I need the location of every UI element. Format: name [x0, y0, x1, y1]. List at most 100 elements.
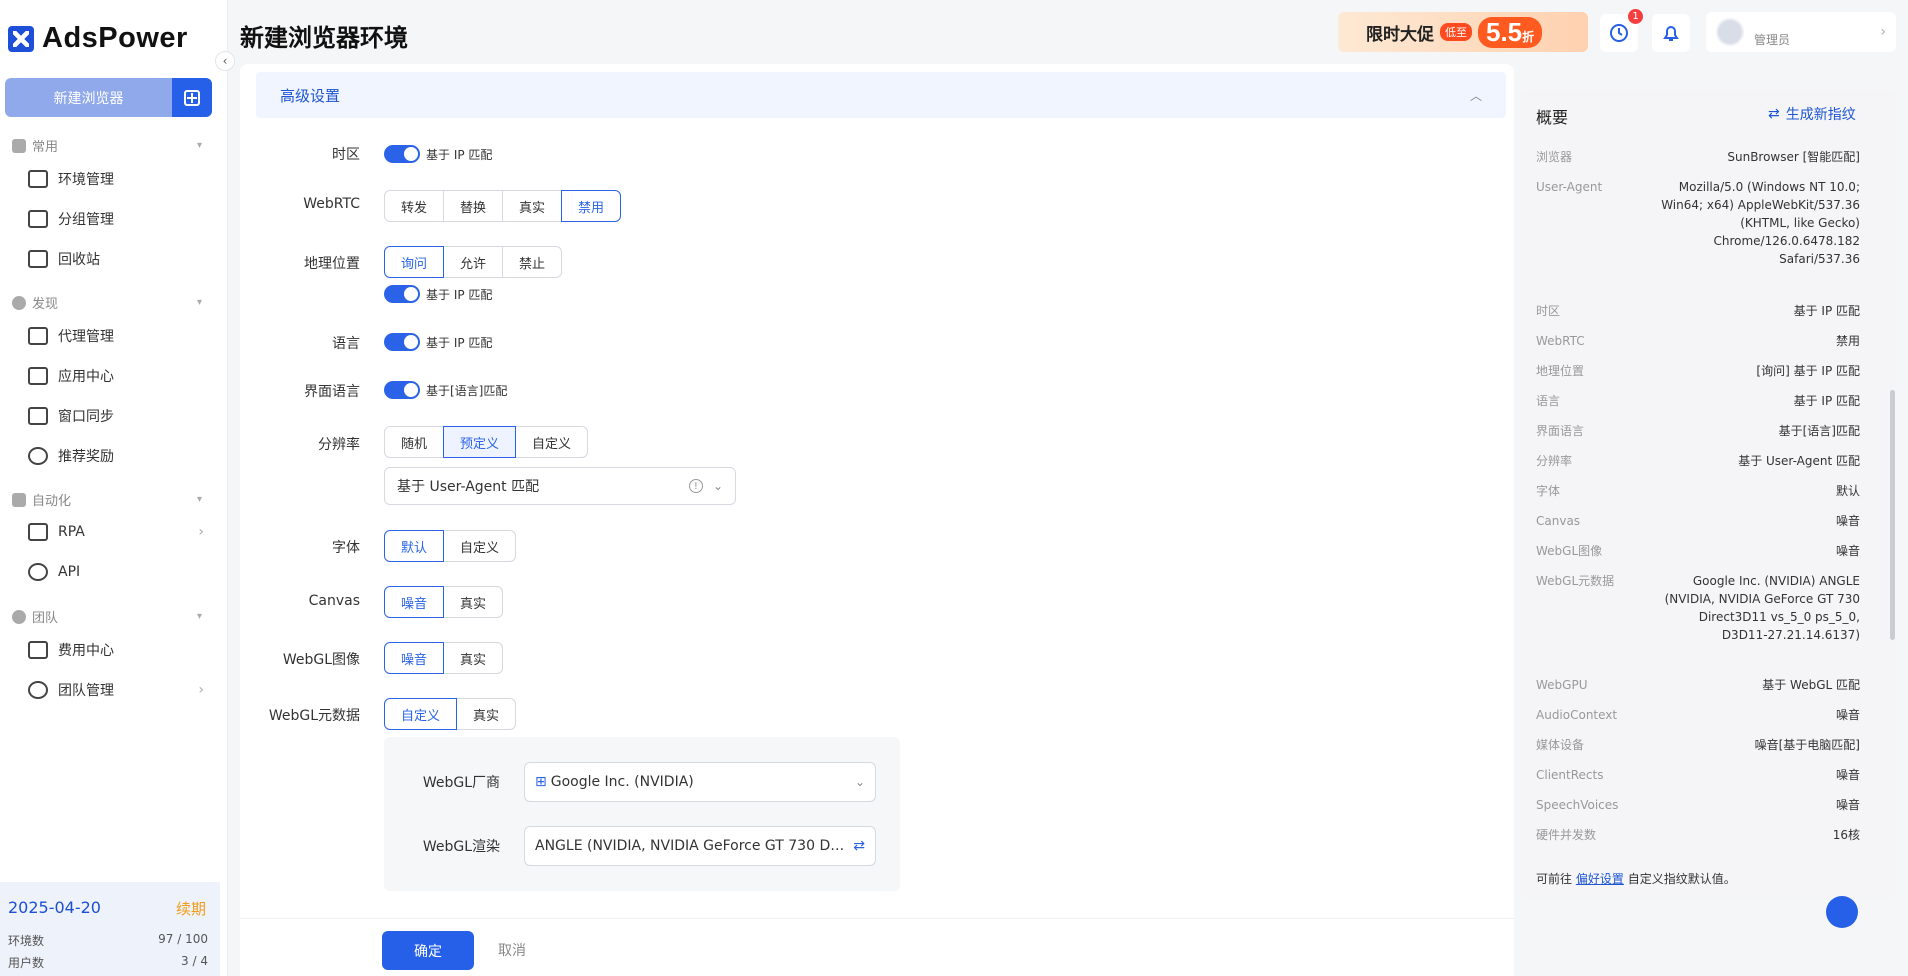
- support-button[interactable]: [1826, 896, 1858, 928]
- timezone-toggle[interactable]: 基于 IP 匹配: [384, 145, 492, 163]
- users-icon: [28, 681, 48, 699]
- sidebar-item-billing[interactable]: 费用中心: [28, 640, 204, 660]
- add-browser-icon[interactable]: [172, 78, 212, 117]
- font-custom[interactable]: 自定义: [443, 530, 517, 562]
- ui-language-toggle[interactable]: 基于[语言]匹配: [384, 381, 507, 399]
- sidebar-item-group[interactable]: 分组管理: [28, 209, 204, 229]
- webgl-image-real[interactable]: 真实: [443, 642, 504, 674]
- promo-banner[interactable]: 限时大促 低至 5.5折: [1338, 12, 1588, 52]
- summary-value: 噪音[基于电脑匹配]: [1754, 738, 1860, 752]
- toggle-text: 基于 IP 匹配: [426, 287, 493, 302]
- home-icon: [12, 138, 26, 153]
- summary-value: 16核: [1832, 828, 1860, 842]
- user-menu[interactable]: 管理员 ›: [1706, 12, 1896, 52]
- sidebar-item-apps[interactable]: 应用中心: [28, 366, 204, 386]
- webrtc-disable[interactable]: 禁用: [561, 190, 622, 222]
- resolution-select[interactable]: 基于 User-Agent 匹配 ! ⌄: [384, 467, 736, 505]
- logo[interactable]: AdsPower: [8, 22, 188, 55]
- bell-button[interactable]: [1652, 14, 1690, 52]
- summary-value: [询问] 基于 IP 匹配: [1756, 364, 1860, 378]
- confirm-button[interactable]: 确定: [382, 931, 474, 970]
- canvas-noise[interactable]: 噪音: [384, 586, 445, 618]
- toggle-switch[interactable]: [384, 381, 420, 399]
- sidebar-item-sync[interactable]: 窗口同步: [28, 406, 204, 426]
- resolution-random[interactable]: 随机: [384, 426, 445, 458]
- sidebar-item-rpa[interactable]: RPA ›: [28, 523, 204, 541]
- summary-value: 基于 IP 匹配: [1793, 304, 1860, 318]
- sidebar-item-team[interactable]: 团队管理 ›: [28, 680, 204, 700]
- font-default[interactable]: 默认: [384, 530, 445, 562]
- toggle-switch[interactable]: [384, 145, 420, 163]
- info-icon[interactable]: !: [688, 479, 703, 493]
- sidebar-item-env[interactable]: 环境管理: [28, 169, 204, 189]
- section-common[interactable]: 常用 ▾: [12, 136, 202, 155]
- webgl-meta-options: 自定义 真实: [384, 698, 517, 730]
- webgl-renderer-field[interactable]: ANGLE (NVIDIA, NVIDIA GeForce GT 730 Dir…: [524, 826, 876, 866]
- folder-list-icon: [28, 170, 48, 188]
- webgl-vendor-select[interactable]: ⊞ Google Inc. (NVIDIA) ⌄: [524, 762, 876, 802]
- renew-link[interactable]: 续期: [176, 898, 206, 919]
- sidebar-item-label: 分组管理: [58, 212, 114, 228]
- summary-row: 语言 基于 IP 匹配: [1536, 392, 1860, 410]
- geo-allow[interactable]: 允许: [443, 246, 504, 278]
- shuffle-icon[interactable]: ⇄: [853, 838, 865, 854]
- sidebar-item-proxy[interactable]: 代理管理: [28, 326, 204, 346]
- user-count-label: 用户数: [8, 956, 45, 970]
- windows-icon: ⊞: [535, 774, 547, 790]
- sidebar-item-label: 窗口同步: [58, 409, 114, 425]
- section-team[interactable]: 团队 ▾: [12, 607, 202, 626]
- promo-tag: 低至: [1440, 23, 1472, 41]
- summary-value: Mozilla/5.0 (Windows NT 10.0; Win64; x64…: [1661, 180, 1860, 266]
- compass-icon: [12, 295, 26, 310]
- webgl-meta-real[interactable]: 真实: [456, 698, 517, 730]
- summary-row: 字体 默认: [1536, 482, 1860, 500]
- summary-key: 时区: [1536, 304, 1561, 318]
- scrollbar[interactable]: [1890, 390, 1895, 640]
- webgl-image-options: 噪音 真实: [384, 642, 504, 674]
- summary-key: 硬件并发数: [1536, 828, 1597, 842]
- preferences-link[interactable]: 偏好设置: [1576, 872, 1624, 886]
- geo-block[interactable]: 禁止: [502, 246, 563, 278]
- webrtc-replace[interactable]: 替换: [443, 190, 504, 222]
- toggle-text: 基于[语言]匹配: [426, 383, 508, 398]
- chevron-right-icon: ›: [1880, 24, 1886, 40]
- generate-fingerprint-button[interactable]: ⇄ 生成新指纹: [1768, 104, 1856, 124]
- webgl-renderer-value: ANGLE (NVIDIA, NVIDIA GeForce GT 730 Dir…: [535, 838, 848, 854]
- cancel-button[interactable]: 取消: [498, 940, 526, 960]
- webgl-meta-custom[interactable]: 自定义: [384, 698, 458, 730]
- webrtc-label: WebRTC: [303, 196, 360, 212]
- webrtc-forward[interactable]: 转发: [384, 190, 445, 222]
- canvas-real[interactable]: 真实: [443, 586, 504, 618]
- geo-toggle[interactable]: 基于 IP 匹配: [384, 285, 492, 303]
- section-discover[interactable]: 发现 ▾: [12, 293, 202, 312]
- proxy-icon: [28, 327, 48, 345]
- summary-row: 浏览器 SunBrowser [智能匹配]: [1536, 148, 1860, 166]
- user-name: 管理员: [1754, 32, 1791, 47]
- folder-icon: [28, 210, 48, 228]
- new-browser-button[interactable]: 新建浏览器: [5, 78, 172, 117]
- resolution-custom[interactable]: 自定义: [515, 426, 589, 458]
- generate-label: 生成新指纹: [1785, 107, 1856, 123]
- toggle-switch[interactable]: [384, 333, 420, 351]
- summary-value: 基于 User-Agent 匹配: [1738, 454, 1860, 468]
- language-toggle[interactable]: 基于 IP 匹配: [384, 333, 492, 351]
- sidebar-item-referral[interactable]: 推荐奖励: [28, 446, 204, 466]
- geo-ask[interactable]: 询问: [384, 246, 445, 278]
- resolution-select-value: 基于 User-Agent 匹配: [397, 479, 540, 495]
- webgl-image-noise[interactable]: 噪音: [384, 642, 445, 674]
- sidebar-item-label: 回收站: [58, 252, 100, 268]
- sidebar-item-trash[interactable]: 回收站: [28, 249, 204, 269]
- summary-key: 地理位置: [1536, 364, 1585, 378]
- webrtc-real[interactable]: 真实: [502, 190, 563, 222]
- collapse-sidebar-button[interactable]: ‹: [215, 51, 235, 71]
- resolution-predefined[interactable]: 预定义: [443, 426, 517, 458]
- toggle-switch[interactable]: [384, 285, 420, 303]
- promo-text: 限时大促: [1366, 24, 1434, 45]
- automation-icon: [12, 492, 26, 507]
- sidebar-item-api[interactable]: API: [28, 563, 204, 581]
- summary-row: WebGL元数据 Google Inc. (NVIDIA) ANGLE (NVID…: [1536, 572, 1860, 644]
- summary-row: 分辨率 基于 User-Agent 匹配: [1536, 452, 1860, 470]
- section-automation[interactable]: 自动化 ▾: [12, 490, 202, 509]
- summary-value: 噪音: [1835, 768, 1860, 782]
- advanced-settings-header[interactable]: 高级设置 ︿: [256, 72, 1506, 118]
